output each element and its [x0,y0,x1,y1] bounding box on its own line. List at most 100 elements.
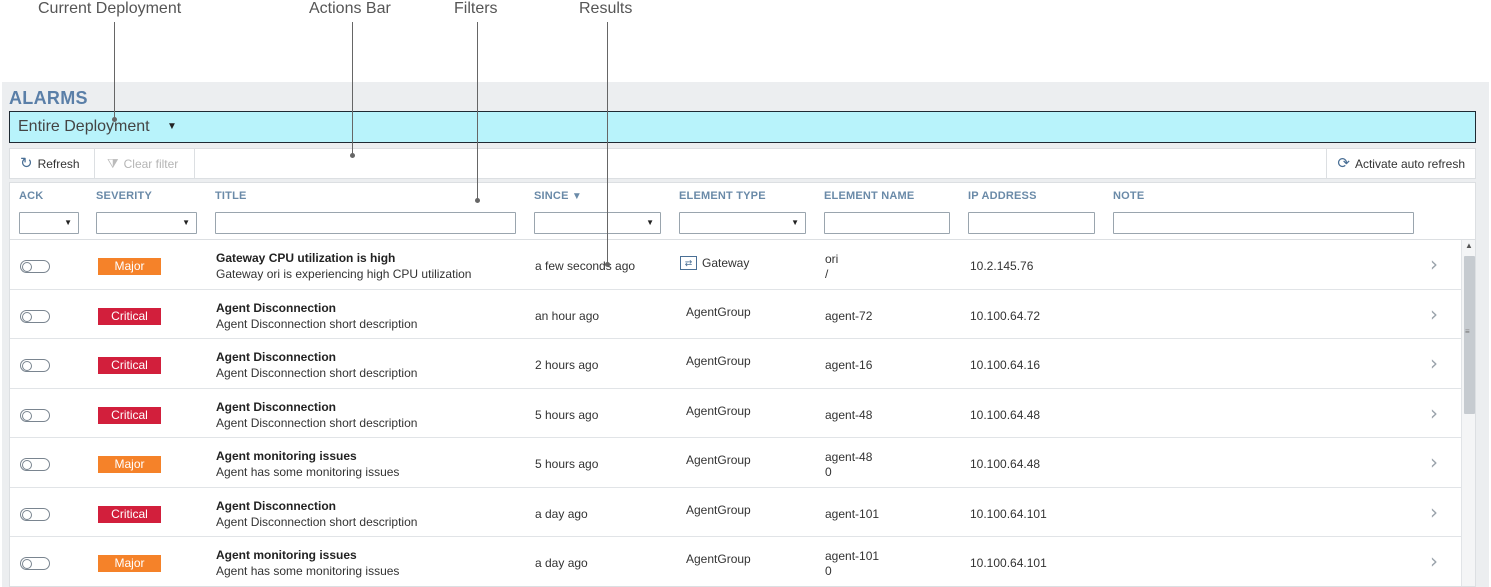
chevron-right-icon[interactable]: › [1430,500,1438,524]
alarm-title: Gateway CPU utilization is high [216,251,396,265]
alarm-row[interactable]: Critical Agent Disconnection Agent Disco… [10,290,1461,339]
ack-toggle[interactable] [20,507,50,521]
alarm-row[interactable]: Critical Agent Disconnection Agent Disco… [10,488,1461,537]
severity-badge: Critical [98,307,161,325]
element-name: agent-48 [825,407,873,422]
ack-toggle[interactable] [20,309,50,323]
element-type-cell: AgentGroup [686,453,751,467]
note-filter-input[interactable] [1113,212,1414,234]
deployment-label: Entire Deployment [18,118,150,135]
alarm-row[interactable]: Major Agent monitoring issues Agent has … [10,537,1461,586]
element-name-sub: 0 [825,564,832,578]
alarm-row[interactable]: Major Gateway CPU utilization is high Ga… [10,240,1461,290]
callout-dot [475,198,480,203]
column-header-title[interactable]: TITLE [215,190,247,202]
element-type-label: AgentGroup [686,453,751,467]
callout-current-deployment: Current Deployment [38,0,182,17]
element-name-sub: 0 [825,465,832,479]
alarm-since: 5 hours ago [535,457,599,471]
callout-dot [112,117,117,122]
actions-bar: ↻ Refresh ⧩ Clear filter ⟳ Activate auto… [9,148,1476,179]
chevron-right-icon[interactable]: › [1430,450,1438,474]
element-name: agent-48 [825,450,873,464]
auto-refresh-label: Activate auto refresh [1354,156,1465,171]
element-type-label: AgentGroup [686,502,751,517]
action-divider [94,149,95,178]
ack-toggle[interactable] [20,458,50,471]
caret-down-icon: ▼ [646,218,654,227]
ack-toggle[interactable] [20,557,50,570]
refresh-button[interactable]: ↻ Refresh [10,149,90,178]
ack-toggle[interactable] [20,260,50,273]
chevron-right-icon[interactable]: › [1430,302,1438,326]
vertical-scrollbar[interactable]: ▲ ≡ [1461,240,1475,586]
alarm-description: Agent Disconnection short description [216,366,418,380]
ack-toggle[interactable] [20,359,50,372]
element-type-cell: AgentGroup [686,354,751,368]
column-header-element-name[interactable]: ELEMENT NAME [824,190,914,202]
alarm-title: Agent Disconnection [216,498,337,513]
chevron-right-icon[interactable]: › [1430,252,1438,276]
chevron-right-icon[interactable]: › [1430,351,1438,375]
element-name-sub: / [825,267,829,281]
callout-actions-bar: Actions Bar [309,0,391,17]
element-type-label: Gateway [702,256,750,270]
severity-badge: Major [98,555,161,572]
clear-filter-button[interactable]: ⧩ Clear filter [97,149,188,178]
element-name: ori [825,252,839,266]
ack-filter-select[interactable]: ▼ [19,212,79,234]
title-filter-input[interactable] [215,212,516,234]
sort-desc-icon: ▼ [571,191,582,202]
scroll-up-icon[interactable]: ▲ [1465,241,1473,250]
element-type-cell: ⇄ Gateway [680,256,749,270]
column-header-ip-address[interactable]: IP ADDRESS [968,190,1037,202]
since-label: SINCE [534,190,569,202]
element-name-filter-input[interactable] [824,212,950,234]
ip-address-filter-input[interactable] [968,212,1095,234]
severity-filter-select[interactable]: ▼ [96,212,197,234]
caret-down-icon: ▼ [182,218,190,227]
ip-address: 10.100.64.101 [970,506,1047,521]
alarm-row[interactable]: Major Agent monitoring issues Agent has … [10,438,1461,488]
severity-badge: Critical [98,406,161,424]
element-type-label: AgentGroup [686,552,751,566]
element-type-filter-select[interactable]: ▼ [679,212,806,234]
alarm-title: Agent Disconnection [216,350,337,364]
element-type-label: AgentGroup [686,304,751,319]
column-header-severity[interactable]: SEVERITY [96,190,152,202]
severity-badge: Critical [98,505,161,523]
callout-dot [605,262,610,267]
column-header-note[interactable]: NOTE [1113,190,1144,202]
severity-badge: Major [98,456,161,473]
alarm-since: 5 hours ago [535,407,599,422]
alarm-description: Agent Disconnection short description [216,514,418,529]
alarm-row[interactable]: Critical Agent Disconnection Agent Disco… [10,339,1461,389]
chevron-right-icon[interactable]: › [1430,401,1438,425]
ip-address: 10.2.145.76 [970,259,1034,273]
ip-address: 10.100.64.72 [970,308,1041,323]
callout-leader [114,22,115,119]
since-filter-select[interactable]: ▼ [534,212,661,234]
alarm-description: Agent has some monitoring issues [216,465,400,479]
auto-refresh-button[interactable]: ⟳ Activate auto refresh [1326,149,1475,178]
auto-refresh-icon: ⟳ [1337,155,1350,172]
grip-icon: ≡ [1465,327,1470,336]
column-header-element-type[interactable]: ELEMENT TYPE [679,190,766,202]
alarm-description: Agent Disconnection short description [216,316,418,331]
alarm-title: Agent Disconnection [216,300,337,315]
ip-address: 10.100.64.101 [970,556,1047,570]
callout-results: Results [579,0,633,17]
alarm-row[interactable]: Critical Agent Disconnection Agent Disco… [10,389,1461,438]
ack-toggle[interactable] [20,408,50,422]
refresh-label: Refresh [37,156,80,171]
severity-badge: Major [98,258,161,275]
deployment-selector[interactable]: Entire Deployment ▼ [9,111,1476,143]
chevron-right-icon[interactable]: › [1430,549,1438,573]
callout-leader [477,22,478,200]
column-header-since[interactable]: SINCE ▼ [534,190,582,202]
caret-down-icon: ▼ [64,218,72,227]
alarm-title: Agent monitoring issues [216,449,357,463]
alarm-description: Agent has some monitoring issues [216,564,400,578]
column-header-ack[interactable]: ACK [19,190,43,202]
element-name: agent-101 [825,506,880,521]
